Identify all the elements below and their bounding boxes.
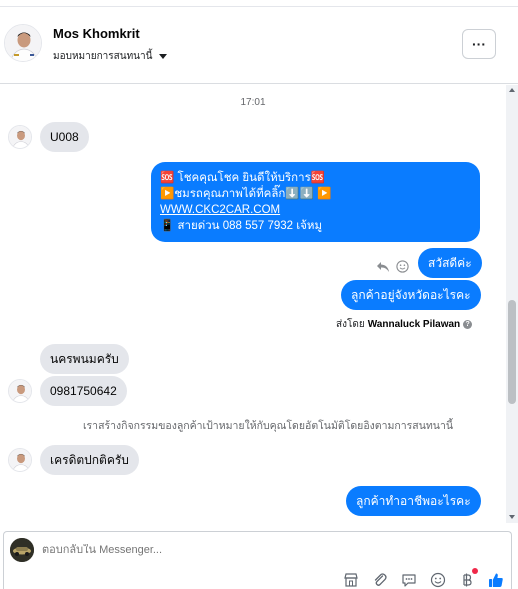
caret-down-icon [159, 54, 168, 59]
sent-by-prefix: ส่งโดย [336, 319, 365, 330]
info-icon[interactable]: ? [463, 320, 473, 329]
sender-avatar[interactable] [8, 448, 32, 472]
message-thread: 17:01 U008 🆘 โชคคุณโชค ยินดีให้บริการ🆘 ▶… [0, 85, 506, 523]
message-incoming[interactable]: เครดิตปกติครับ [40, 445, 139, 475]
sent-by-name[interactable]: Wannaluck Pilawan [368, 319, 460, 330]
promo-line: 🆘 โชคคุณโชค ยินดีให้บริการ🆘 [160, 172, 326, 184]
message-outgoing[interactable]: ลูกค้าอยู่จังหวัดอะไรคะ [341, 280, 481, 310]
message-outgoing-promo[interactable]: 🆘 โชคคุณโชค ยินดีให้บริการ🆘 ▶️ชมรถคุณภาพ… [151, 162, 480, 242]
chat-bubble-icon[interactable] [398, 569, 419, 589]
message-outgoing[interactable]: สวัสดีค่ะ [418, 248, 482, 278]
scroll-up-icon[interactable] [509, 88, 515, 92]
more-options-button[interactable]: ··· [462, 29, 496, 59]
promo-line: 📱 สายด่วน 088 557 7932 เจ้หมู [160, 220, 323, 232]
reply-input[interactable] [42, 544, 342, 556]
reply-composer [3, 531, 512, 589]
messenger-conversation-panel: Mos Khomkrit มอบหมายการสนทนานี้ ··· 17:0… [0, 0, 518, 589]
thread-timestamp: 17:01 [240, 97, 266, 108]
ellipsis-icon: ··· [472, 36, 486, 52]
sender-avatar[interactable] [8, 125, 32, 149]
assign-label: มอบหมายการสนทนานี้ [53, 51, 153, 62]
promo-link[interactable]: WWW.CKC2CAR.COM [160, 202, 471, 218]
conversation-header: Mos Khomkrit มอบหมายการสนทนานี้ ··· [0, 8, 518, 84]
thumbs-up-icon[interactable] [485, 569, 506, 589]
contact-name[interactable]: Mos Khomkrit [53, 26, 140, 41]
message-incoming[interactable]: U008 [40, 122, 89, 152]
baht-icon[interactable] [456, 568, 478, 589]
smiley-icon[interactable] [396, 260, 409, 276]
page-avatar [10, 538, 34, 562]
promo-line: ▶️ชมรถคุณภาพได้ที่คลิ๊ก⬇️⬇️ ▶️ [160, 188, 332, 200]
sender-avatar[interactable] [8, 379, 32, 403]
message-incoming[interactable]: 0981750642 [40, 376, 127, 406]
lead-event-text: เราสร้างกิจกรรมของลูกค้าเป้าหมายให้กับคุ… [82, 420, 454, 432]
message-outgoing[interactable]: ลูกค้าทำอาชีพอะไรคะ [346, 486, 481, 516]
message-incoming[interactable]: นครพนมครับ [40, 344, 129, 374]
top-strip [0, 0, 518, 7]
scroll-down-icon[interactable] [509, 515, 515, 519]
store-icon[interactable] [340, 569, 361, 589]
notification-dot [472, 568, 478, 574]
lead-event-note: เราสร้างกิจกรรมของลูกค้าเป้าหมายให้กับคุ… [0, 417, 506, 434]
sent-by-label: ส่งโดย Wannaluck Pilawan ? [336, 317, 473, 332]
message-actions [376, 260, 409, 276]
assign-conversation-dropdown[interactable]: มอบหมายการสนทนานี้ [53, 49, 168, 64]
paperclip-icon[interactable] [369, 569, 390, 589]
composer-toolbar [340, 568, 506, 589]
scrollbar-thumb[interactable] [508, 300, 516, 404]
thread-scrollbar[interactable] [506, 85, 518, 523]
contact-avatar[interactable] [4, 24, 42, 62]
reply-icon[interactable] [376, 261, 390, 276]
emoji-icon[interactable] [427, 569, 448, 589]
